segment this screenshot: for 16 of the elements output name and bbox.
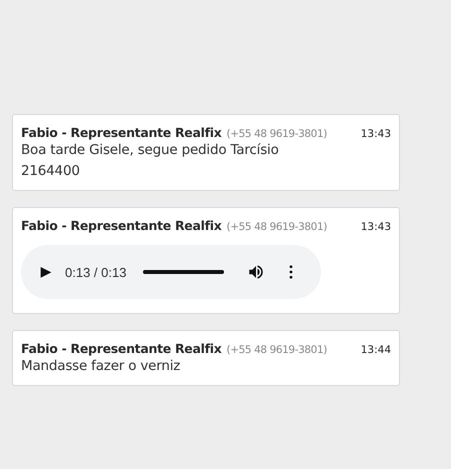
phone-number: (+55 48 9619-3801) — [226, 221, 327, 233]
phone-number: (+55 48 9619-3801) — [226, 344, 327, 356]
more-options-icon[interactable] — [289, 265, 294, 279]
message-time: 13:44 — [360, 344, 391, 356]
sender-name: Fabio - Representante Realfix — [21, 125, 222, 140]
sender-name: Fabio - Representante Realfix — [21, 218, 222, 233]
message-text: Boa tarde Gisele, segue pedido Tarcísio — [21, 141, 280, 160]
message-text: Mandasse fazer o verniz — [21, 357, 182, 376]
message-time: 13:43 — [360, 128, 391, 140]
message-time: 13:43 — [360, 221, 391, 233]
play-button[interactable]: ▶ — [39, 264, 53, 280]
phone-number: (+55 48 9619-3801) — [226, 128, 327, 140]
audio-time: 0:13 / 0:13 — [65, 264, 126, 280]
sender-name: Fabio - Representante Realfix — [21, 341, 222, 356]
message-text: 2164400 — [21, 162, 81, 181]
volume-icon[interactable] — [247, 263, 266, 281]
